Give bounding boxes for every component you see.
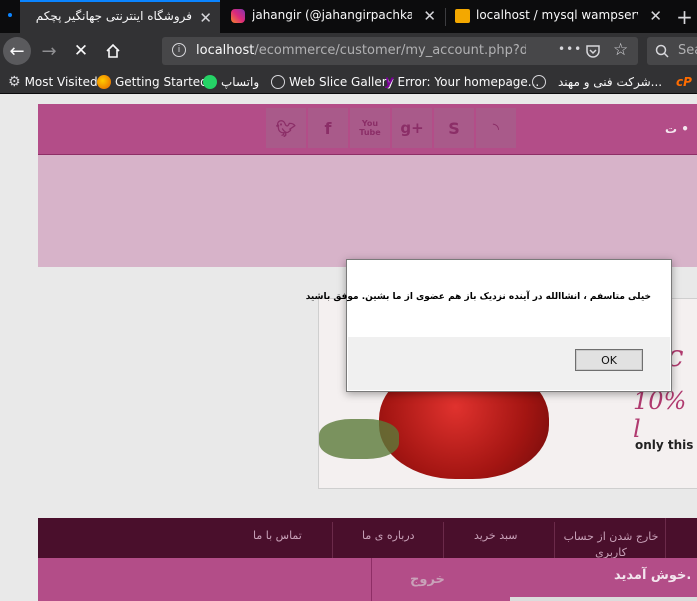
logout-link[interactable]: خروج: [410, 572, 445, 587]
tab-title: فروشگاه اینترنتی جهانگیر پچکم: [35, 9, 192, 23]
banner-text-3: only this m: [635, 438, 697, 452]
globe-icon: [271, 74, 285, 89]
pocket-icon[interactable]: [585, 43, 601, 59]
arrow-left-icon: ←: [9, 40, 25, 62]
tab-phpmyadmin[interactable]: localhost / mysql wampserver / ec ✕: [446, 0, 670, 33]
menu-item-about[interactable]: درباره ی ما: [362, 529, 415, 542]
youtube-icon[interactable]: You Tube: [350, 108, 390, 148]
loading-dot-icon: [8, 13, 12, 17]
site-banner-area: [38, 155, 697, 267]
skype-icon[interactable]: S: [434, 108, 474, 148]
search-icon: [655, 44, 669, 58]
stop-button[interactable]: ✕: [68, 38, 94, 64]
account-bar: [38, 558, 697, 601]
back-button[interactable]: ←: [3, 37, 31, 65]
bookmark-whatsapp[interactable]: واتساپ: [203, 73, 259, 90]
tab-title: localhost / mysql wampserver / ec: [476, 8, 638, 22]
bookmark-error-homepage[interactable]: y Error: Your homepage...: [385, 73, 539, 90]
close-icon[interactable]: ✕: [423, 7, 436, 25]
bookmark-label: واتساپ: [221, 74, 260, 89]
status-bar: [510, 597, 697, 601]
menu-item-logout-account[interactable]: خارج شدن از حساب کاربری: [563, 529, 659, 561]
bookmarks-toolbar: ⚙ Most Visited Getting Started واتساپ Web…: [0, 69, 697, 94]
leaf-image: [319, 419, 399, 459]
url-bar[interactable]: i localhost/ecommerce/customer/my_accoun…: [162, 37, 638, 65]
bookmark-label: Most Visited: [24, 74, 98, 89]
bookmark-label: شرکت فنی و مهند...: [558, 74, 663, 89]
bookmark-web-slice-gallery[interactable]: Web Slice Gallery: [271, 73, 394, 90]
dialog-message: خیلی متاسفم ، انشاالله در آینده نزدیک با…: [305, 292, 651, 302]
close-icon[interactable]: ✕: [199, 9, 212, 27]
bookmark-company[interactable]: شرکت فنی و مهند...: [532, 73, 662, 90]
tab-instagram[interactable]: jahangir (@jahangirpachkam) • Ins ✕: [222, 0, 444, 33]
home-icon: [106, 43, 120, 58]
twitter-icon[interactable]: 🐦︎: [266, 108, 306, 148]
firefox-icon: [97, 74, 111, 89]
ok-button[interactable]: OK: [575, 349, 643, 371]
stop-icon: ✕: [73, 41, 89, 61]
arrow-right-icon: →: [41, 40, 57, 62]
bookmark-label: Web Slice Gallery: [289, 74, 394, 89]
close-icon[interactable]: ✕: [649, 7, 662, 25]
forward-button[interactable]: →: [36, 38, 62, 64]
whatsapp-icon: [203, 74, 217, 89]
bookmark-getting-started[interactable]: Getting Started: [97, 73, 208, 90]
menu-divider: [665, 518, 666, 558]
menu-item-contact[interactable]: تماس با ما: [253, 529, 302, 542]
tab-store[interactable]: فروشگاه اینترنتی جهانگیر پچکم ✕: [20, 0, 220, 33]
facebook-icon[interactable]: f: [308, 108, 348, 148]
tab-overflow-indicator: [0, 0, 20, 33]
welcome-text: خوش آمدید.: [614, 568, 692, 583]
search-placeholder: Sea: [678, 43, 697, 58]
globe-icon: [532, 74, 546, 89]
cpanel-icon[interactable]: cP: [676, 73, 692, 90]
menu-divider: [554, 522, 555, 558]
phpmyadmin-icon: [455, 9, 470, 23]
bookmark-star-icon[interactable]: ☆: [613, 40, 628, 60]
google-plus-icon[interactable]: g+: [392, 108, 432, 148]
url-text: localhost/ecommerce/customer/my_account.…: [196, 43, 526, 58]
alert-dialog: خیلی متاسفم ، انشاالله در آینده نزدیک با…: [305, 259, 672, 392]
yahoo-icon: y: [385, 74, 394, 89]
account-divider: [371, 558, 372, 601]
menu-divider: [443, 522, 444, 558]
info-icon[interactable]: i: [172, 43, 186, 57]
url-host: localhost: [196, 43, 255, 58]
tab-bar: فروشگاه اینترنتی جهانگیر پچکم ✕ jahangir…: [0, 0, 697, 33]
new-tab-button[interactable]: +: [672, 0, 697, 33]
youtube-label: You Tube: [359, 119, 381, 137]
bookmark-most-visited[interactable]: ⚙ Most Visited: [8, 73, 98, 90]
menu-item-cart[interactable]: سبد خرید: [474, 529, 518, 542]
gear-icon: ⚙: [8, 73, 21, 90]
instagram-icon: [231, 9, 245, 23]
rss-icon[interactable]: ◝: [476, 108, 516, 148]
menu-divider: [332, 522, 333, 558]
search-bar[interactable]: Sea: [647, 37, 697, 65]
page-actions-icon[interactable]: •••: [558, 42, 582, 56]
home-button[interactable]: [100, 38, 126, 64]
bookmark-label: Error: Your homepage...: [397, 74, 540, 89]
banner-text-2: 10% l: [633, 387, 687, 443]
url-path: /ecommerce/customer/my_account.php?delet…: [254, 43, 526, 58]
tab-title: jahangir (@jahangirpachkam) • Ins: [252, 8, 412, 22]
bookmark-label: Getting Started: [115, 74, 208, 89]
header-right-text: ت •: [665, 122, 689, 136]
